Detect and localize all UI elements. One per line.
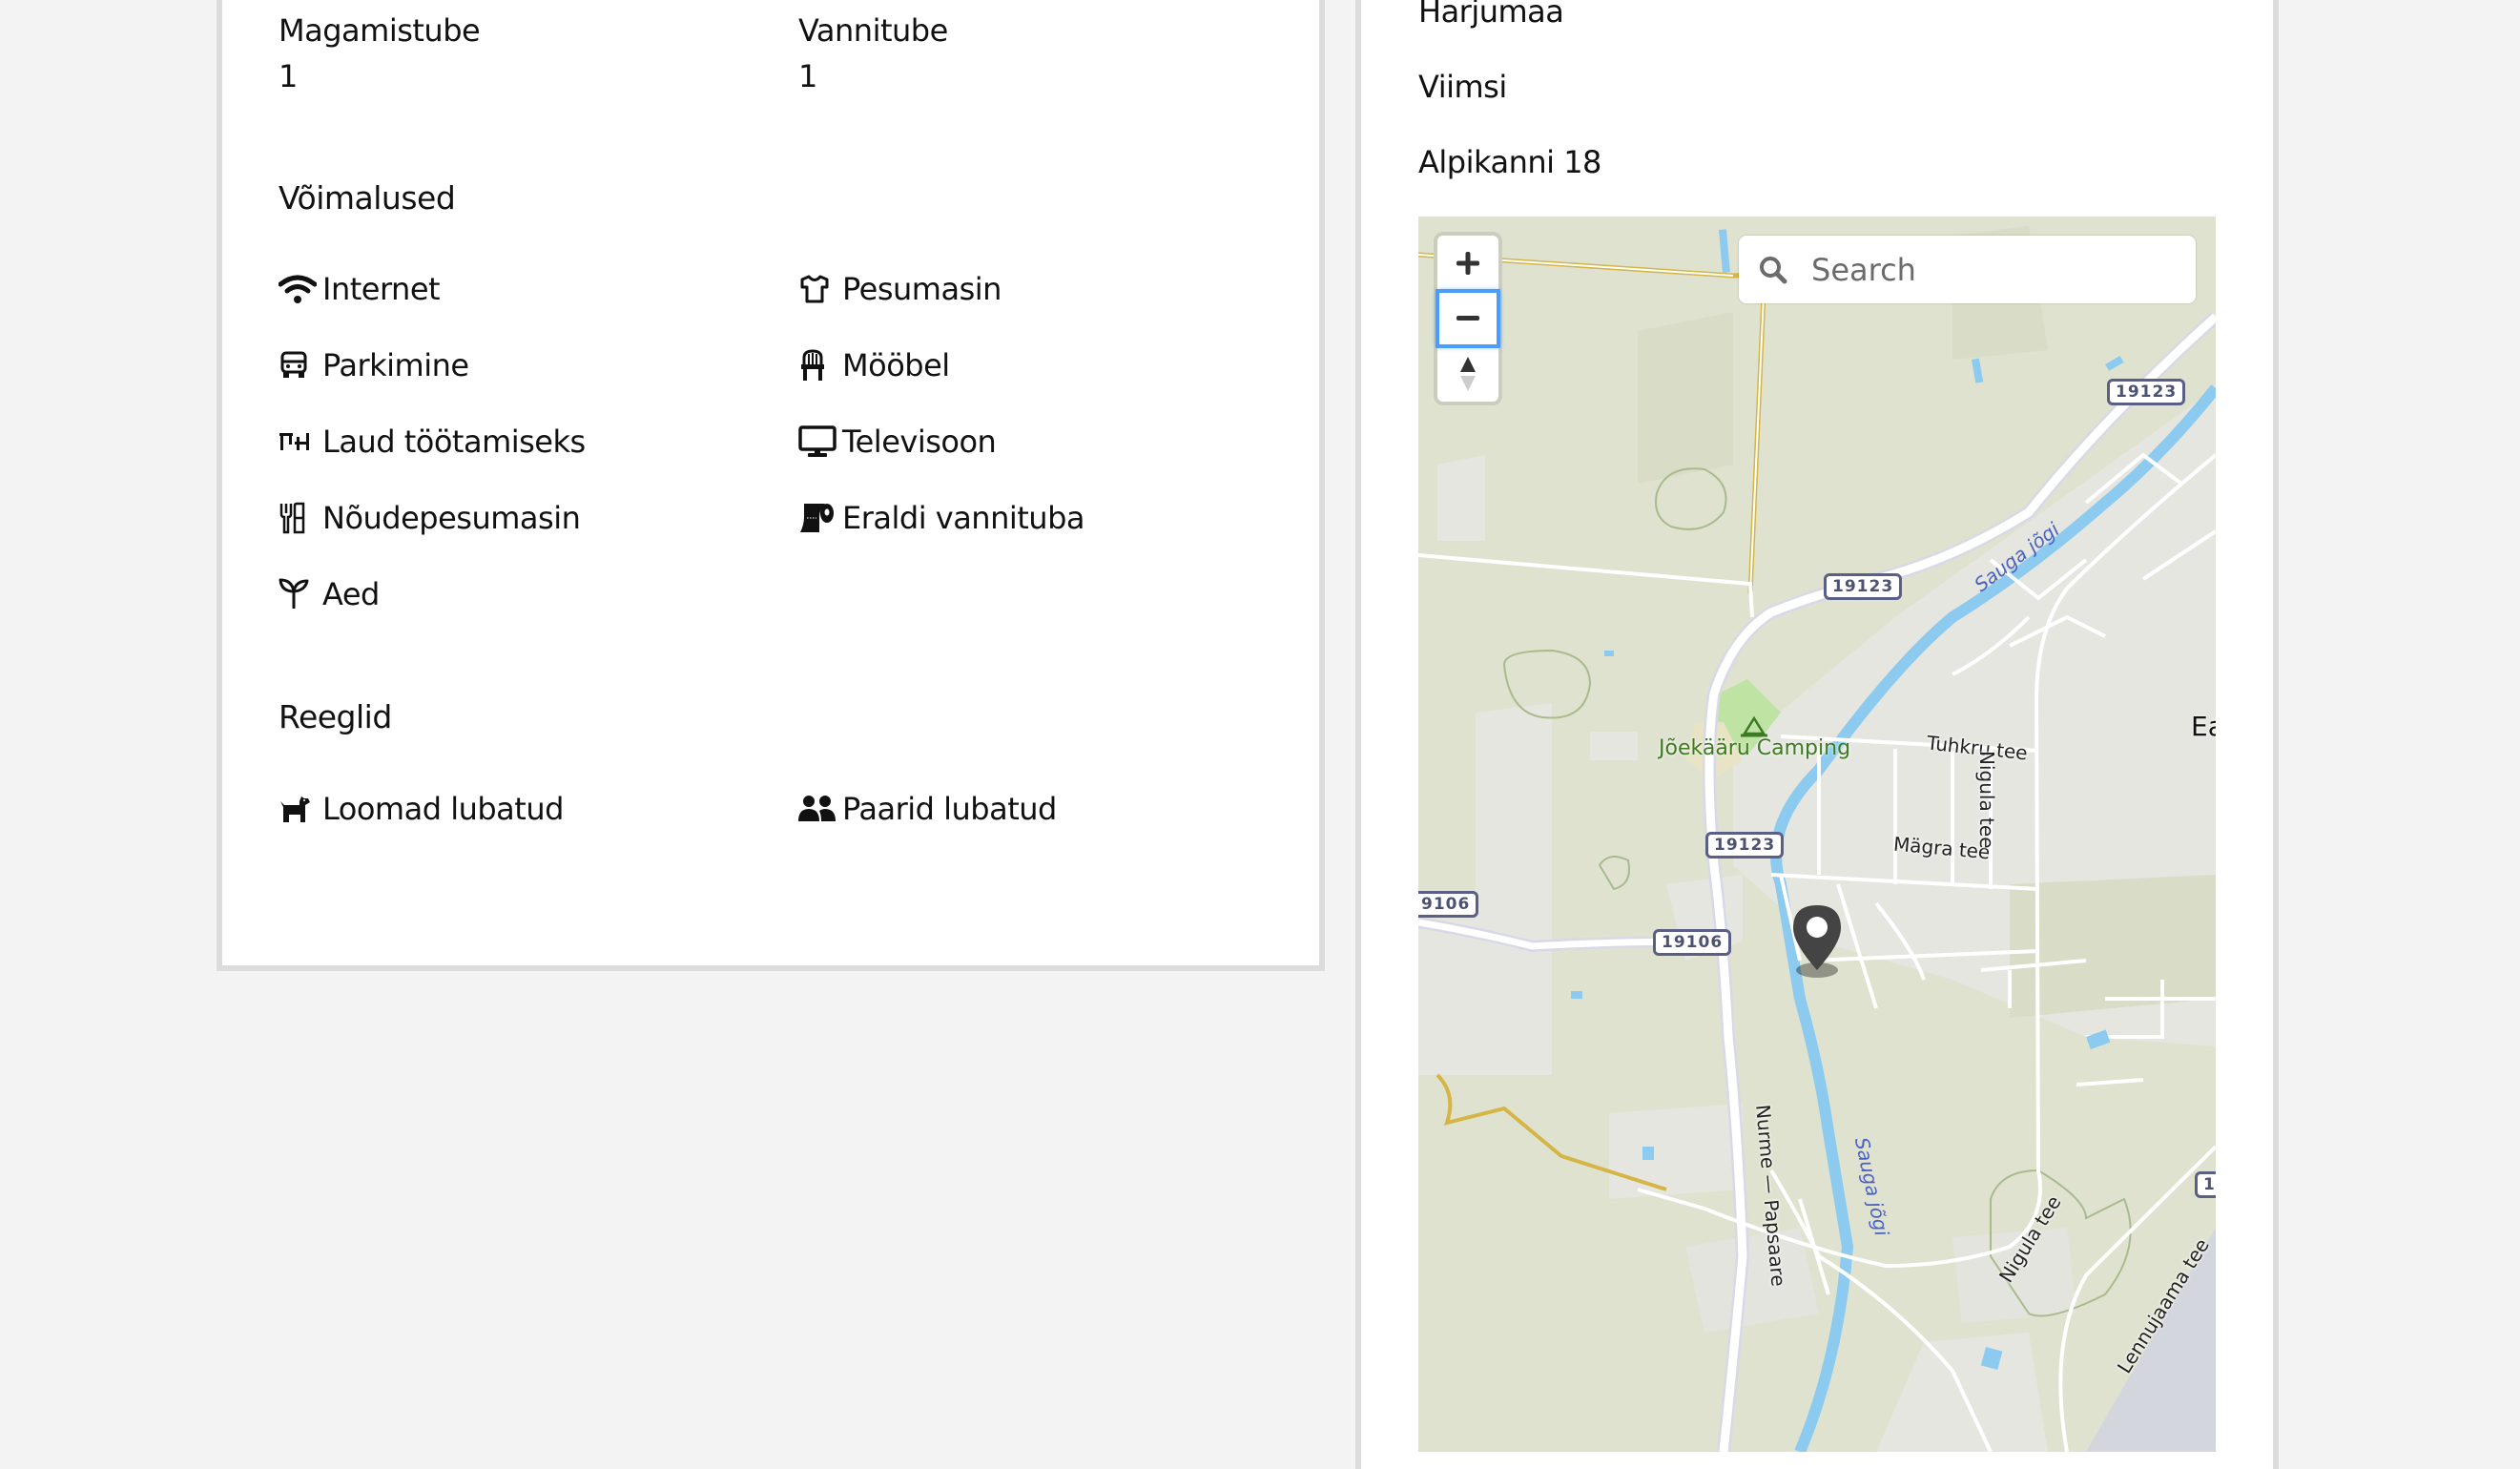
rule-label: Paarid lubatud	[842, 791, 1057, 827]
county-text: Harjumaa	[1418, 0, 1564, 30]
compass-icon	[1460, 357, 1476, 391]
bathrooms-label: Vannitube	[798, 12, 948, 49]
road-shield: 19123	[1705, 832, 1785, 859]
rule-pets-allowed: Loomad lubatud	[279, 788, 564, 830]
road-shield: 19123	[2107, 379, 2186, 405]
address-text: Alpikanni 18	[1418, 144, 1601, 180]
road-shield: 1	[2195, 1171, 2216, 1198]
municipality-text: Viimsi	[1418, 69, 1507, 105]
amenity-label: Eraldi vannituba	[842, 500, 1085, 536]
search-icon	[1758, 255, 1788, 285]
zoom-out-button[interactable]	[1436, 289, 1500, 348]
amenity-tv: Televisoon	[798, 421, 997, 463]
desk-icon	[279, 424, 317, 459]
map-pin-icon	[1793, 905, 1841, 978]
wifi-icon	[279, 272, 317, 306]
amenity-desk: Laud töötamiseks	[279, 421, 586, 463]
amenity-garden: Aed	[279, 573, 380, 615]
zoom-in-button[interactable]	[1437, 236, 1498, 291]
amenity-parking: Parkimine	[279, 344, 469, 386]
rule-label: Loomad lubatud	[322, 791, 564, 827]
bedrooms-label: Magamistube	[279, 12, 481, 49]
amenity-label: Nõudepesumasin	[322, 500, 581, 536]
rule-couples-allowed: Paarid lubatud	[798, 788, 1057, 830]
road-shield: 19123	[1824, 573, 1903, 600]
location-marker[interactable]	[1791, 903, 1843, 978]
street-label: Nigula tee	[1975, 751, 1998, 849]
amenities-title: Võimalused	[279, 179, 456, 217]
map-search-box	[1739, 236, 2196, 303]
chair-icon	[798, 348, 837, 383]
amenity-label: Parkimine	[322, 347, 469, 383]
tv-icon	[798, 424, 837, 459]
users-icon	[798, 792, 837, 826]
amenity-label: Televisoon	[842, 424, 997, 460]
map-search-input[interactable]	[1809, 250, 2176, 289]
amenity-label: Mööbel	[842, 347, 950, 383]
amenity-label: Internet	[322, 271, 441, 307]
bathrooms-value: 1	[798, 58, 817, 94]
amenity-label: Laud töötamiseks	[322, 424, 586, 460]
rules-title: Reeglid	[279, 698, 392, 735]
map[interactable]: 19123 19123 19123 9106 19106 1 Jõekääru …	[1418, 217, 2216, 1452]
reset-bearing-button[interactable]	[1437, 346, 1498, 402]
amenity-dishwasher: Nõudepesumasin	[279, 497, 581, 539]
utensils-icon	[279, 501, 317, 535]
dog-icon	[279, 792, 317, 826]
car-icon	[279, 348, 317, 383]
road-shield: 19106	[1653, 929, 1732, 956]
amenity-internet: Internet	[279, 268, 441, 310]
amenity-washing-machine: Pesumasin	[798, 268, 1002, 310]
map-zoom-controls	[1434, 232, 1502, 405]
map-tiles	[1418, 226, 2216, 1452]
amenity-label: Pesumasin	[842, 271, 1002, 307]
road-shield: 9106	[1418, 891, 1479, 918]
amenity-label: Aed	[322, 576, 380, 612]
shirt-icon	[798, 272, 837, 306]
poi-label-camping[interactable]: Jõekääru Camping	[1659, 736, 1850, 760]
amenity-separate-bathroom: Eraldi vannituba	[798, 497, 1085, 539]
amenity-furniture: Mööbel	[798, 344, 950, 386]
minus-icon	[1456, 316, 1479, 321]
plus-icon	[1456, 252, 1479, 275]
place-label: Ea	[2191, 711, 2216, 742]
bedrooms-value: 1	[279, 58, 298, 94]
toilet-paper-icon	[798, 501, 837, 535]
seedling-icon	[279, 577, 317, 611]
